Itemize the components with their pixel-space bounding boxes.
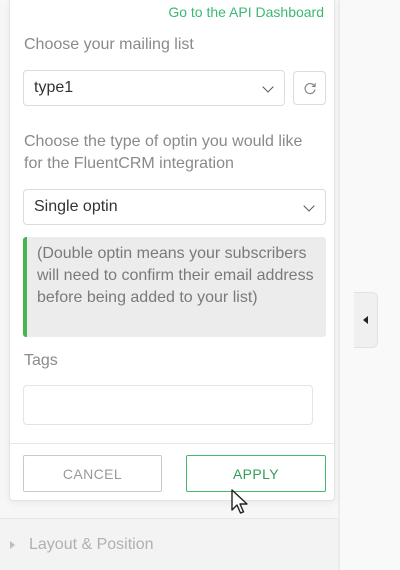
- double-optin-notice: (Double optin means your subscribers wil…: [23, 237, 326, 337]
- optin-type-select[interactable]: Single optin: [23, 189, 326, 225]
- apply-button[interactable]: APPLY: [186, 455, 326, 492]
- collapse-sidebar-button[interactable]: [354, 292, 378, 348]
- optin-type-value: Single optin: [34, 198, 118, 215]
- mailing-list-label: Choose your mailing list: [24, 36, 194, 53]
- caret-left-icon: [363, 316, 368, 324]
- mouse-cursor-icon: [231, 489, 248, 514]
- footer-divider: [10, 443, 334, 444]
- chevron-down-icon: [262, 81, 274, 93]
- cancel-button[interactable]: CANCEL: [23, 455, 162, 492]
- fluentcrm-integration-popup: Go to the API Dashboard Choose your mail…: [9, 0, 335, 501]
- optin-type-label: Choose the type of optin you would like …: [24, 133, 303, 172]
- layout-position-section[interactable]: Layout & Position: [0, 518, 338, 570]
- mailing-list-value: type1: [34, 79, 74, 96]
- tags-input[interactable]: [23, 385, 313, 425]
- editor-canvas: [340, 0, 400, 570]
- section-label: Layout & Position: [29, 535, 154, 553]
- chevron-down-icon: [303, 200, 315, 212]
- api-dashboard-link[interactable]: Go to the API Dashboard: [168, 4, 324, 20]
- tags-label: Tags: [24, 352, 58, 369]
- caret-right-icon: [10, 540, 15, 549]
- refresh-icon: [304, 82, 316, 95]
- panel-divider: [338, 0, 340, 570]
- mailing-list-select[interactable]: type1: [23, 70, 285, 106]
- refresh-lists-button[interactable]: [293, 71, 326, 105]
